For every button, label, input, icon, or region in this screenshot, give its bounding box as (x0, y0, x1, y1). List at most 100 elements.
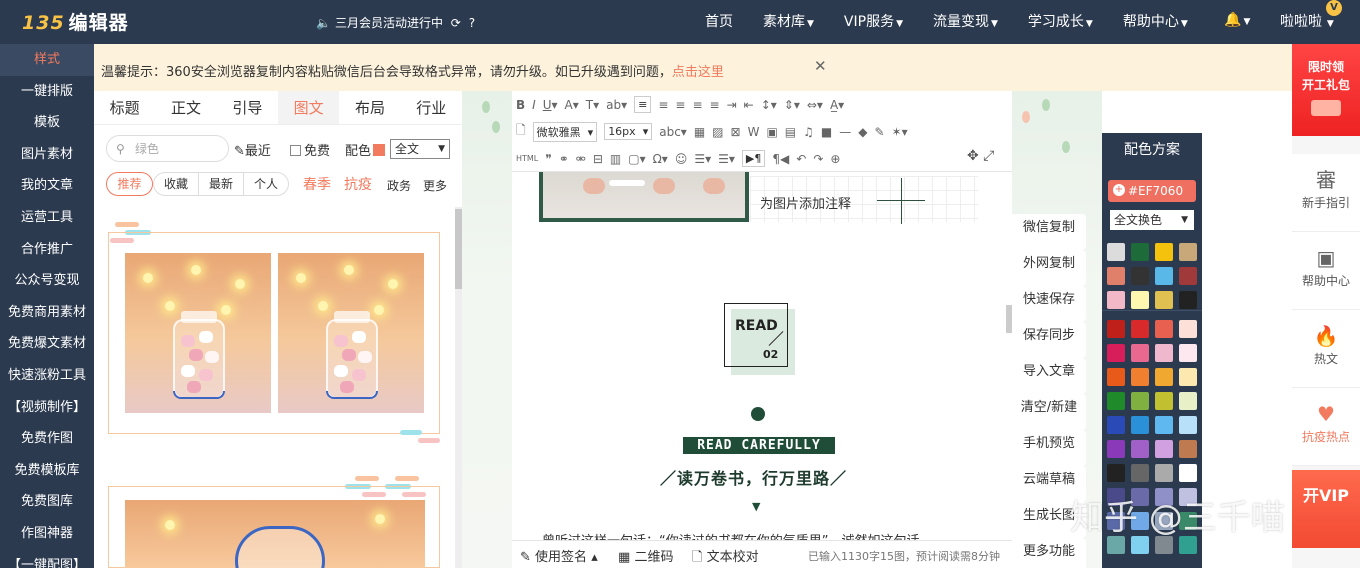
tab-title[interactable]: 标题 (94, 91, 155, 124)
plus-icon[interactable]: + (1113, 184, 1125, 196)
spacing-icon[interactable]: ⇔▾ (807, 98, 823, 112)
hex-color-input[interactable]: +#EF7060 (1108, 180, 1196, 202)
free-checkbox[interactable]: 免费 (290, 140, 330, 159)
color-swatch[interactable] (1155, 392, 1173, 410)
color-swatch[interactable] (1107, 243, 1125, 261)
tag-epidemic[interactable]: 抗疫 (344, 174, 372, 194)
color-swatch[interactable] (1131, 320, 1149, 338)
bold-icon[interactable]: B (516, 98, 525, 112)
align-justify-icon[interactable]: ≡ (692, 98, 702, 112)
nav-vip[interactable]: VIP服务▼ (829, 0, 918, 44)
nav-learning[interactable]: 学习成长▼ (1013, 0, 1108, 44)
tab-guide[interactable]: 引导 (217, 91, 278, 124)
color-swatch[interactable] (1179, 291, 1197, 309)
nav-monetize[interactable]: 流量变现▼ (918, 0, 1013, 44)
word-icon[interactable]: W (748, 125, 760, 139)
color-swatch[interactable] (1131, 464, 1149, 482)
promo-banner[interactable]: 🔈三月会员活动进行中 ⟳ ? (316, 14, 479, 31)
indent-icon[interactable]: ⇥ (727, 98, 737, 112)
text-style-icon[interactable]: T▾ (586, 98, 599, 112)
magic-wand-icon[interactable]: ✶▾ (892, 125, 908, 139)
color-swatch[interactable] (1155, 344, 1173, 362)
nav-help[interactable]: 帮助中心▼ (1108, 0, 1203, 44)
color-swatch[interactable] (1155, 416, 1173, 434)
zoom-icon[interactable]: ⊕ (830, 152, 840, 166)
pill-favorites[interactable]: 收藏 (153, 172, 199, 196)
align-right-icon[interactable]: ≡ (675, 98, 685, 112)
color-swatch[interactable] (1107, 416, 1125, 434)
image-caption[interactable]: 为图片添加注释 (760, 193, 851, 212)
color-swatch[interactable] (1131, 392, 1149, 410)
sidebar-item-monetize[interactable]: 公众号变现 (0, 265, 94, 297)
sidebar-item-free-template[interactable]: 免费模板库 (0, 455, 94, 487)
color-swatch[interactable] (1107, 440, 1125, 458)
color-swatch[interactable] (1131, 344, 1149, 362)
letter-spacing-icon[interactable]: A̲▾ (830, 98, 844, 112)
tab-layout[interactable]: 布局 (339, 91, 400, 124)
format-painter-icon[interactable]: ⊟ (593, 152, 603, 166)
color-swatch[interactable] (1155, 464, 1173, 482)
gift-banner[interactable]: 限时领开工礼包 (1292, 44, 1360, 136)
recent-filter[interactable]: ✎最近 (234, 140, 271, 159)
color-swatch[interactable] (1155, 368, 1173, 386)
redo-icon[interactable]: ↷ (813, 152, 823, 166)
align-center-icon[interactable]: ≡ (658, 98, 668, 112)
move-icon[interactable]: ✥ ⤢ (967, 148, 994, 164)
beginner-guide-button[interactable]: 審新手指引 (1292, 154, 1360, 232)
question-icon[interactable]: ? (469, 16, 475, 30)
save-sync-button[interactable]: 保存同步 (1012, 322, 1086, 358)
tag-more[interactable]: 更多 (423, 177, 447, 194)
color-swatch[interactable] (1131, 291, 1149, 309)
sidebar-item-tools[interactable]: 运营工具 (0, 202, 94, 234)
sidebar-item-styles[interactable]: 样式 (0, 44, 94, 76)
tab-industry[interactable]: 行业 (401, 91, 462, 124)
bell-icon[interactable]: 🔔▼ (1224, 12, 1250, 28)
external-copy-button[interactable]: 外网复制 (1012, 250, 1086, 286)
insert-image-icon[interactable]: ▣ (766, 125, 777, 139)
notice-link[interactable]: 点击这里 (672, 65, 724, 80)
font-family-select[interactable]: 微软雅黑▾ (533, 122, 598, 142)
nav-materials[interactable]: 素材库▼ (748, 0, 829, 44)
sidebar-item-design-tool[interactable]: 作图神器 (0, 518, 94, 550)
color-swatch[interactable] (1179, 243, 1197, 261)
html-icon[interactable]: HTML (516, 154, 538, 163)
sidebar-item-free-gallery[interactable]: 免费图库 (0, 486, 94, 518)
clear-new-button[interactable]: 清空/新建 (1012, 394, 1086, 430)
color-swatch[interactable] (1131, 267, 1149, 285)
color-swatch[interactable] (1179, 464, 1197, 482)
signature-button[interactable]: ✎ 使用签名 ▴ (520, 546, 598, 565)
unordered-list-icon[interactable]: ☰▾ (718, 152, 735, 166)
wechat-copy-button[interactable]: 微信复制 (1012, 214, 1086, 250)
font-color-icon[interactable]: A▾ (565, 98, 579, 112)
quote-icon[interactable]: ❞ (545, 152, 551, 166)
color-swatch[interactable] (1107, 291, 1125, 309)
vip-button[interactable]: 开VIP (1292, 470, 1360, 548)
color-swatch[interactable] (1131, 416, 1149, 434)
unlink-icon[interactable]: ⚮ (576, 152, 586, 166)
color-swatch[interactable] (1107, 368, 1125, 386)
nav-home[interactable]: 首页 (690, 0, 748, 44)
color-swatch[interactable] (373, 144, 385, 156)
distribute-icon[interactable]: ≡ (710, 98, 720, 112)
align-left-icon[interactable]: ≡ (634, 96, 651, 113)
proofread-button[interactable]: 🗋 文本校对 (692, 546, 759, 570)
pill-personal[interactable]: 个人 (243, 172, 289, 196)
undo-icon[interactable]: ↶ (796, 152, 806, 166)
eraser-icon[interactable]: ✎ (874, 125, 884, 139)
import-article-button[interactable]: 导入文章 (1012, 358, 1086, 394)
sidebar-item-auto-layout[interactable]: 一键排版 (0, 76, 94, 108)
sidebar-item-images[interactable]: 图片素材 (0, 139, 94, 171)
pill-latest[interactable]: 最新 (198, 172, 244, 196)
sidebar-item-video[interactable]: 【视频制作】 (0, 392, 94, 424)
tag-spring[interactable]: 春季 (303, 174, 331, 194)
background-color-icon[interactable]: ab▾ (606, 98, 627, 112)
rtl-icon[interactable]: ¶◀ (772, 152, 789, 166)
color-swatch[interactable] (1179, 440, 1197, 458)
sidebar-item-free-viral[interactable]: 免费爆文素材 (0, 328, 94, 360)
color-swatch[interactable] (1131, 243, 1149, 261)
paragraph-spacing-icon[interactable]: ⇕▾ (784, 98, 800, 112)
font-size-select[interactable]: 16px▾ (604, 123, 652, 140)
video-icon[interactable]: ■ (821, 125, 832, 139)
italic-icon[interactable]: I (532, 98, 536, 112)
color-swatch[interactable] (1107, 320, 1125, 338)
